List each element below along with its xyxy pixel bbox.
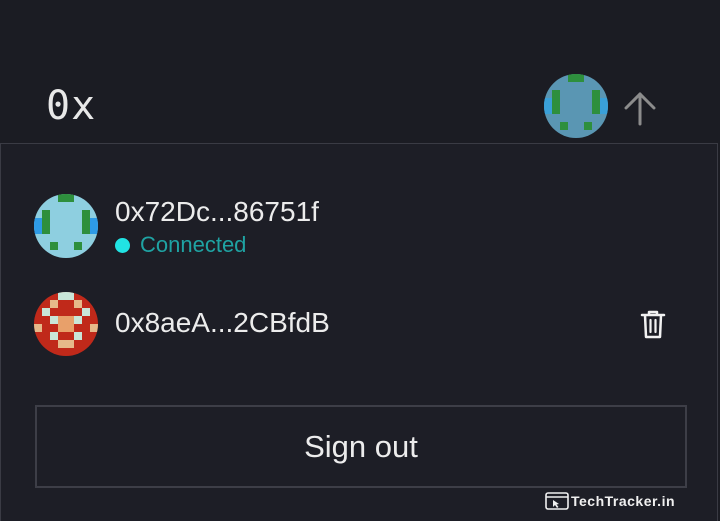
watermark-text: TechTracker.in [571, 493, 676, 509]
status-label: Connected [140, 232, 247, 257]
sign-out-button[interactable]: Sign out [35, 405, 687, 488]
identicon-avatar [544, 74, 608, 138]
identicon-avatar [34, 292, 98, 356]
identicon-avatar [34, 194, 98, 258]
account-address: 0x8aeA...2CBfdB [115, 307, 330, 338]
browser-window-icon [545, 492, 569, 510]
top-bar: 0x [0, 0, 720, 143]
trash-icon[interactable] [637, 308, 669, 340]
status-dot-icon [115, 237, 130, 253]
account-avatar-button[interactable] [544, 74, 608, 138]
brand-logo: 0x [46, 83, 97, 129]
account-item[interactable]: 0x8aeA...2CBfdB [34, 292, 694, 358]
account-dropdown-panel: 0x72Dc...86751f Connected 0x8aeA...2CBfd… [0, 143, 718, 521]
arrow-up-icon[interactable] [620, 88, 660, 128]
watermark: TechTracker.in [545, 491, 675, 511]
account-item-connected[interactable]: 0x72Dc...86751f Connected [34, 194, 694, 260]
account-address: 0x72Dc...86751f [115, 196, 319, 227]
connection-status: Connected [115, 232, 246, 258]
